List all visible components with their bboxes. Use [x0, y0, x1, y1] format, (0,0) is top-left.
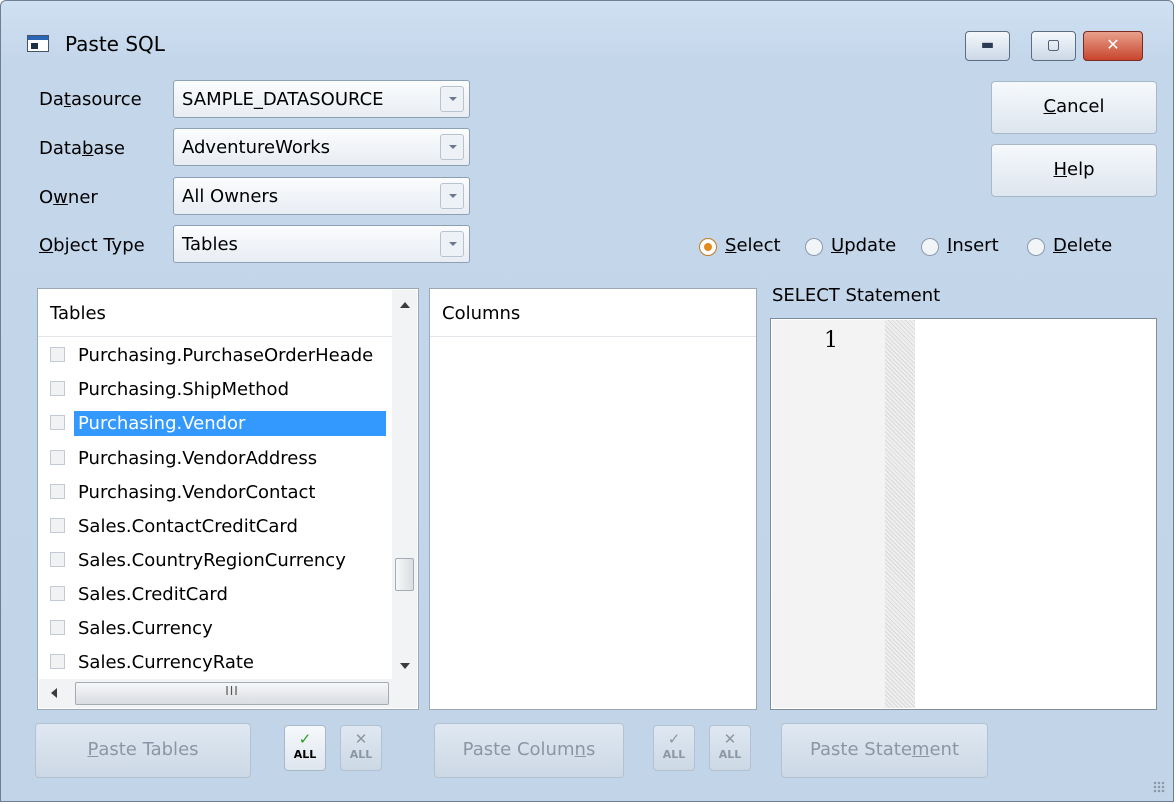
table-checkbox[interactable]: [50, 484, 65, 499]
insert-radio-label[interactable]: Insert: [947, 235, 999, 256]
database-label: Database: [39, 138, 125, 159]
chevron-down-icon[interactable]: [440, 134, 464, 160]
uncheck-all-icon: ✕: [723, 730, 737, 748]
table-checkbox[interactable]: [50, 381, 65, 396]
chevron-down-icon[interactable]: [440, 86, 464, 112]
delete-radio[interactable]: [1027, 238, 1045, 256]
table-checkbox[interactable]: [50, 347, 65, 362]
object-type-label: Object Type: [39, 235, 145, 256]
check-all-columns-button[interactable]: ✓ ALL: [653, 725, 695, 771]
minimize-icon: ▬: [980, 37, 995, 53]
select-radio[interactable]: [699, 238, 717, 256]
minimize-button[interactable]: ▬: [965, 31, 1010, 61]
uncheck-all-icon: ✕: [354, 730, 368, 748]
paste-columns-button[interactable]: Paste Columns: [434, 723, 624, 778]
cancel-button[interactable]: Cancel: [991, 81, 1157, 134]
check-all-tables-button[interactable]: ✓ ALL: [284, 725, 326, 771]
scrollbar-thumb[interactable]: III: [75, 682, 389, 705]
datasource-select[interactable]: SAMPLE_DATASOURCE: [173, 80, 470, 118]
maximize-icon: ▢: [1046, 37, 1061, 53]
chevron-down-icon[interactable]: [440, 183, 464, 209]
close-button[interactable]: ✕: [1083, 31, 1143, 61]
database-select[interactable]: AdventureWorks: [173, 128, 470, 166]
delete-radio-label[interactable]: Delete: [1053, 235, 1112, 256]
scrollbar-thumb[interactable]: [395, 558, 414, 591]
paste-tables-button[interactable]: Paste Tables: [35, 723, 251, 778]
resize-grip-icon[interactable]: [1153, 781, 1165, 793]
datasource-value: SAMPLE_DATASOURCE: [182, 89, 384, 110]
scroll-left-icon[interactable]: [51, 688, 57, 698]
scroll-up-icon[interactable]: [400, 302, 410, 308]
line-number: 1: [824, 328, 838, 353]
line-number-gutter: 1: [772, 320, 886, 708]
owner-label: Owner: [39, 187, 98, 208]
tables-list-header: Tables: [38, 289, 392, 337]
app-window-icon: [27, 35, 49, 52]
select-statement-label: SELECT Statement: [772, 285, 941, 306]
table-checkbox[interactable]: [50, 586, 65, 601]
scroll-down-icon[interactable]: [400, 663, 410, 669]
table-checkbox[interactable]: [50, 450, 65, 465]
window-title: Paste SQL: [65, 32, 165, 56]
check-all-icon: ✓: [298, 730, 312, 748]
sql-editor[interactable]: 1: [770, 318, 1157, 710]
editor-margin: [885, 320, 915, 708]
table-checkbox[interactable]: [50, 415, 65, 430]
help-button[interactable]: Help: [991, 144, 1157, 197]
columns-list-header: Columns: [430, 289, 756, 337]
table-checkbox[interactable]: [50, 654, 65, 669]
datasource-label: Datasource: [39, 89, 142, 110]
update-radio-label[interactable]: Update: [831, 235, 896, 256]
columns-list[interactable]: Columns: [429, 288, 757, 710]
table-checkbox[interactable]: [50, 518, 65, 533]
table-checkbox[interactable]: [50, 620, 65, 635]
check-all-icon: ✓: [667, 730, 681, 748]
update-radio[interactable]: [805, 238, 823, 256]
maximize-button[interactable]: ▢: [1031, 31, 1076, 61]
table-checkbox[interactable]: [50, 552, 65, 567]
title-bar: Paste SQL ▬ ▢ ✕: [1, 1, 1173, 61]
select-radio-label[interactable]: Select: [725, 235, 781, 256]
owner-select[interactable]: All Owners: [173, 177, 470, 215]
tables-horizontal-scrollbar[interactable]: III: [39, 679, 417, 708]
tables-vertical-scrollbar[interactable]: [392, 290, 417, 679]
uncheck-all-columns-button[interactable]: ✕ ALL: [709, 725, 751, 771]
object-type-value: Tables: [182, 234, 238, 255]
object-type-select[interactable]: Tables: [173, 225, 470, 263]
paste-sql-dialog: Paste SQL ▬ ▢ ✕ Datasource Database Owne…: [0, 0, 1174, 802]
database-value: AdventureWorks: [182, 137, 331, 158]
close-icon: ✕: [1106, 35, 1120, 54]
chevron-down-icon[interactable]: [440, 231, 464, 257]
owner-value: All Owners: [182, 186, 279, 207]
insert-radio[interactable]: [921, 238, 939, 256]
paste-statement-button[interactable]: Paste Statement: [781, 723, 988, 778]
tables-list[interactable]: Tables Purchasing.PurchaseOrderHeade Pur…: [37, 288, 419, 710]
uncheck-all-tables-button[interactable]: ✕ ALL: [340, 725, 382, 771]
